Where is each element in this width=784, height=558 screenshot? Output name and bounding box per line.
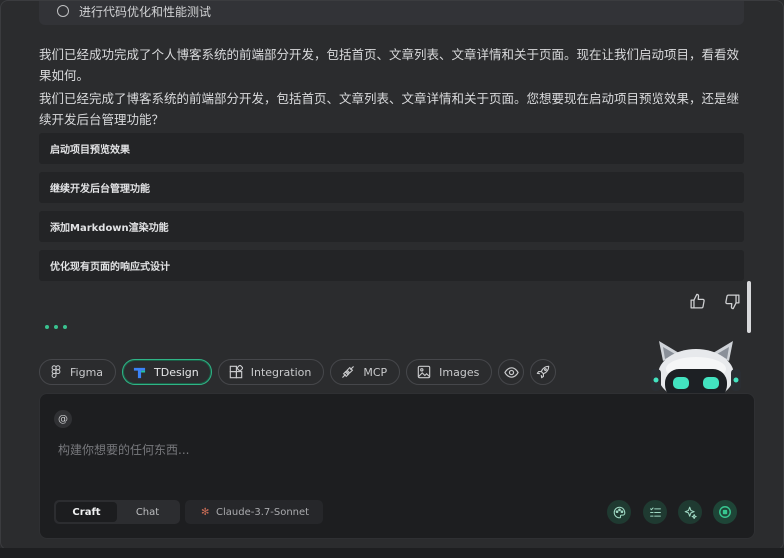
preview-toggle-button[interactable] <box>498 359 525 385</box>
checklist-button[interactable] <box>643 500 667 524</box>
assistant-message: 我们已经成功完成了个人博客系统的前端部分开发，包括首页、文章列表、文章详情和关于… <box>39 47 740 83</box>
tool-integration-button[interactable]: Integration <box>217 359 325 385</box>
mcp-icon <box>342 366 355 378</box>
tool-figma-button[interactable]: Figma <box>39 359 117 385</box>
suggestion-option[interactable]: 优化现有页面的响应式设计 <box>39 250 744 281</box>
model-selector[interactable]: ✻ Claude-3.7-Sonnet <box>185 500 323 524</box>
bottom-edge <box>0 548 784 558</box>
suggestion-option[interactable]: 添加Markdown渲染功能 <box>39 211 744 242</box>
message-composer: @ Craft Chat ✻ Claude-3.7-Sonnet <box>39 393 755 539</box>
eye-icon <box>504 366 519 378</box>
sparkle-icon <box>684 506 697 519</box>
mode-toggle: Craft Chat <box>54 500 180 524</box>
suggestion-option[interactable]: 继续开发后台管理功能 <box>39 172 744 203</box>
palette-icon <box>613 506 625 518</box>
todo-item[interactable]: 进行代码优化和性能测试 <box>39 1 744 25</box>
prompt-input[interactable] <box>56 438 740 462</box>
assistant-message: 我们已经完成了博客系统的前端部分开发，包括首页、文章列表、文章详情和关于页面。您… <box>39 91 740 127</box>
tdesign-icon <box>133 367 146 378</box>
stop-button[interactable] <box>713 500 737 524</box>
checklist-icon <box>649 507 661 517</box>
palette-button[interactable] <box>607 500 631 524</box>
tool-tdesign-button[interactable]: TDesign <box>122 359 212 385</box>
thumbs-down-icon[interactable] <box>721 290 743 312</box>
mode-chat-tab[interactable]: Chat <box>117 502 178 522</box>
tool-bar: Figma TDesign Integration MCP Images <box>39 359 557 385</box>
scrollbar-thumb[interactable] <box>747 281 751 333</box>
stop-icon <box>719 506 731 518</box>
typing-indicator <box>45 325 67 329</box>
tool-images-button[interactable]: Images <box>406 359 493 385</box>
image-icon <box>417 365 431 379</box>
mention-button[interactable]: @ <box>54 410 72 428</box>
anthropic-logo-icon: ✻ <box>201 506 210 518</box>
deploy-button[interactable] <box>530 359 557 385</box>
todo-label: 进行代码优化和性能测试 <box>79 4 212 19</box>
suggestion-option[interactable]: 启动项目预览效果 <box>39 133 744 164</box>
rocket-icon <box>537 365 550 379</box>
robot-mascot-icon <box>651 341 741 399</box>
chat-panel: 进行代码优化和性能测试 我们已经成功完成了个人博客系统的前端部分开发，包括首页、… <box>0 0 784 550</box>
enhance-prompt-button[interactable] <box>678 500 702 524</box>
mode-craft-tab[interactable]: Craft <box>56 502 117 522</box>
figma-icon <box>51 365 61 378</box>
integration-icon <box>229 365 243 379</box>
thumbs-up-icon[interactable] <box>686 290 708 312</box>
radio-circle-icon[interactable] <box>57 5 69 17</box>
tool-mcp-button[interactable]: MCP <box>330 359 401 385</box>
